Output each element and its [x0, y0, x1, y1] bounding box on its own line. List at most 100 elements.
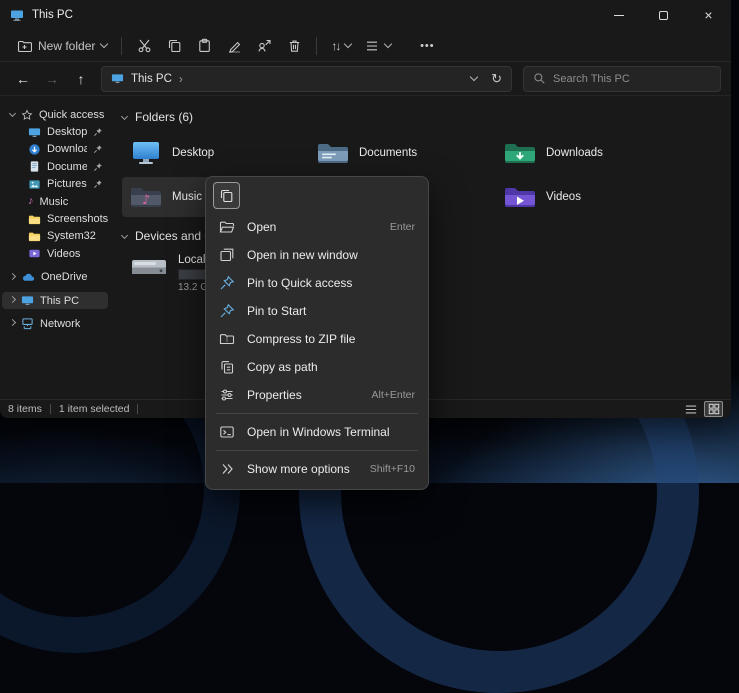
menu-item-open-in-new-window[interactable]: Open in new window	[206, 241, 428, 269]
copy-quick-action-button[interactable]	[213, 182, 240, 209]
folder-tile-downloads[interactable]: Downloads	[496, 133, 676, 173]
sidebar-item-pictures[interactable]: Pictures	[2, 176, 108, 193]
divider	[50, 404, 51, 414]
sidebar-item-screenshots[interactable]: Screenshots	[2, 210, 108, 227]
sidebar-item-label: Screenshots	[47, 213, 108, 225]
sidebar-item-videos[interactable]: Videos	[2, 245, 108, 262]
chevron-right-icon	[9, 296, 16, 303]
menu-item-open-in-windows-terminal[interactable]: Open in Windows Terminal	[206, 418, 428, 446]
address-bar[interactable]: This PC › ↻	[101, 66, 512, 92]
close-button[interactable]: ×	[686, 0, 731, 30]
menu-item-shortcut: Alt+Enter	[372, 389, 415, 401]
menu-item-show-more-options[interactable]: Show more options Shift+F10	[206, 455, 428, 483]
sidebar-item-onedrive[interactable]: OneDrive	[2, 269, 108, 286]
chevron-down-icon	[121, 112, 128, 119]
paste-icon	[197, 38, 212, 53]
minimize-button[interactable]	[596, 0, 641, 30]
menu-item-label: Open in new window	[247, 248, 358, 262]
search-box[interactable]	[523, 66, 721, 92]
folder-label: Videos	[546, 191, 581, 203]
back-button[interactable]: ←	[10, 66, 36, 92]
menu-item-pin-to-quick-access[interactable]: Pin to Quick access	[206, 269, 428, 297]
zip-icon	[219, 331, 235, 347]
items-count: 8 items	[8, 403, 42, 415]
thumbnails-view-button[interactable]	[704, 401, 723, 417]
folder-tile-desktop[interactable]: Desktop	[122, 133, 302, 173]
menu-item-pin-to-start[interactable]: Pin to Start	[206, 297, 428, 325]
onedrive-cloud-icon	[21, 271, 35, 284]
menu-item-compress-to-zip[interactable]: Compress to ZIP file	[206, 325, 428, 353]
pin-icon	[219, 275, 235, 291]
chevron-down-icon	[344, 40, 352, 48]
up-button[interactable]: ↑	[68, 66, 94, 92]
sort-button[interactable]: ↑↓	[324, 33, 358, 59]
window-controls: ×	[596, 0, 731, 30]
section-title: Folders (6)	[135, 110, 193, 124]
sidebar-item-label: Music	[40, 196, 69, 208]
rename-button[interactable]	[219, 33, 249, 59]
new-window-icon	[219, 247, 235, 263]
documents-folder-icon	[317, 140, 349, 166]
folder-tile-documents[interactable]: Documents	[309, 133, 489, 173]
copy-icon	[167, 38, 182, 53]
folder-label: Music	[172, 191, 202, 203]
menu-item-label: Compress to ZIP file	[247, 332, 355, 346]
maximize-button[interactable]	[641, 0, 686, 30]
folder-icon	[28, 213, 41, 226]
sidebar-item-quick-access[interactable]: Quick access	[2, 106, 108, 123]
context-menu: Open Enter Open in new window Pin to Qui…	[205, 176, 429, 490]
folders-section-header[interactable]: Folders (6)	[122, 108, 731, 126]
address-dropdown-icon[interactable]	[470, 73, 478, 81]
breadcrumb[interactable]: This PC	[131, 73, 172, 85]
sidebar-item-documents[interactable]: Documents	[2, 158, 108, 175]
music-icon: ♪	[28, 196, 34, 207]
view-button[interactable]	[358, 33, 398, 59]
downloads-icon	[28, 143, 41, 156]
sidebar-item-label: Videos	[47, 248, 80, 260]
more-icon: •••	[420, 40, 435, 52]
menu-item-open[interactable]: Open Enter	[206, 213, 428, 241]
sidebar-item-network[interactable]: Network	[2, 315, 108, 332]
network-icon	[21, 317, 34, 330]
copy-button[interactable]	[159, 33, 189, 59]
view-icon	[365, 39, 379, 53]
paste-button[interactable]	[189, 33, 219, 59]
this-pc-icon	[21, 294, 34, 307]
menu-item-properties[interactable]: Properties Alt+Enter	[206, 381, 428, 409]
sort-icon: ↑↓	[331, 39, 339, 53]
sidebar-item-desktop[interactable]: Desktop	[2, 123, 108, 140]
delete-button[interactable]	[279, 33, 309, 59]
sidebar-item-label: Documents	[47, 161, 87, 173]
search-icon	[533, 72, 546, 85]
sidebar-item-downloads[interactable]: Downloads	[2, 141, 108, 158]
chevron-down-icon	[9, 110, 16, 117]
folder-tile-videos[interactable]: Videos	[496, 177, 676, 217]
quick-access-star-icon	[21, 109, 33, 121]
folder-label: Documents	[359, 147, 417, 159]
thumbnails-view-icon	[708, 403, 720, 415]
new-folder-label: New folder	[38, 39, 95, 53]
forward-button[interactable]: →	[39, 66, 65, 92]
sidebar-item-system32[interactable]: System32	[2, 228, 108, 245]
svg-text:♪: ♪	[142, 193, 150, 208]
refresh-icon[interactable]: ↻	[491, 71, 502, 87]
sidebar-item-music[interactable]: ♪ Music	[2, 193, 108, 210]
chevron-down-icon	[121, 231, 128, 238]
pin-icon	[93, 144, 103, 154]
search-input[interactable]	[553, 73, 711, 85]
share-button[interactable]	[249, 33, 279, 59]
sidebar-item-this-pc[interactable]: This PC	[2, 292, 108, 309]
copy-path-icon	[219, 359, 235, 375]
divider	[121, 37, 122, 55]
sidebar-item-label: OneDrive	[41, 271, 87, 283]
new-folder-button[interactable]: New folder	[10, 33, 114, 59]
menu-item-copy-as-path[interactable]: Copy as path	[206, 353, 428, 381]
cut-button[interactable]	[129, 33, 159, 59]
folder-icon	[28, 230, 41, 243]
videos-icon	[28, 247, 41, 260]
sidebar-item-label: Desktop	[47, 126, 87, 138]
details-view-button[interactable]	[681, 401, 700, 417]
more-options-button[interactable]: •••	[412, 33, 442, 59]
folder-label: Downloads	[546, 147, 603, 159]
this-pc-icon	[111, 72, 124, 85]
